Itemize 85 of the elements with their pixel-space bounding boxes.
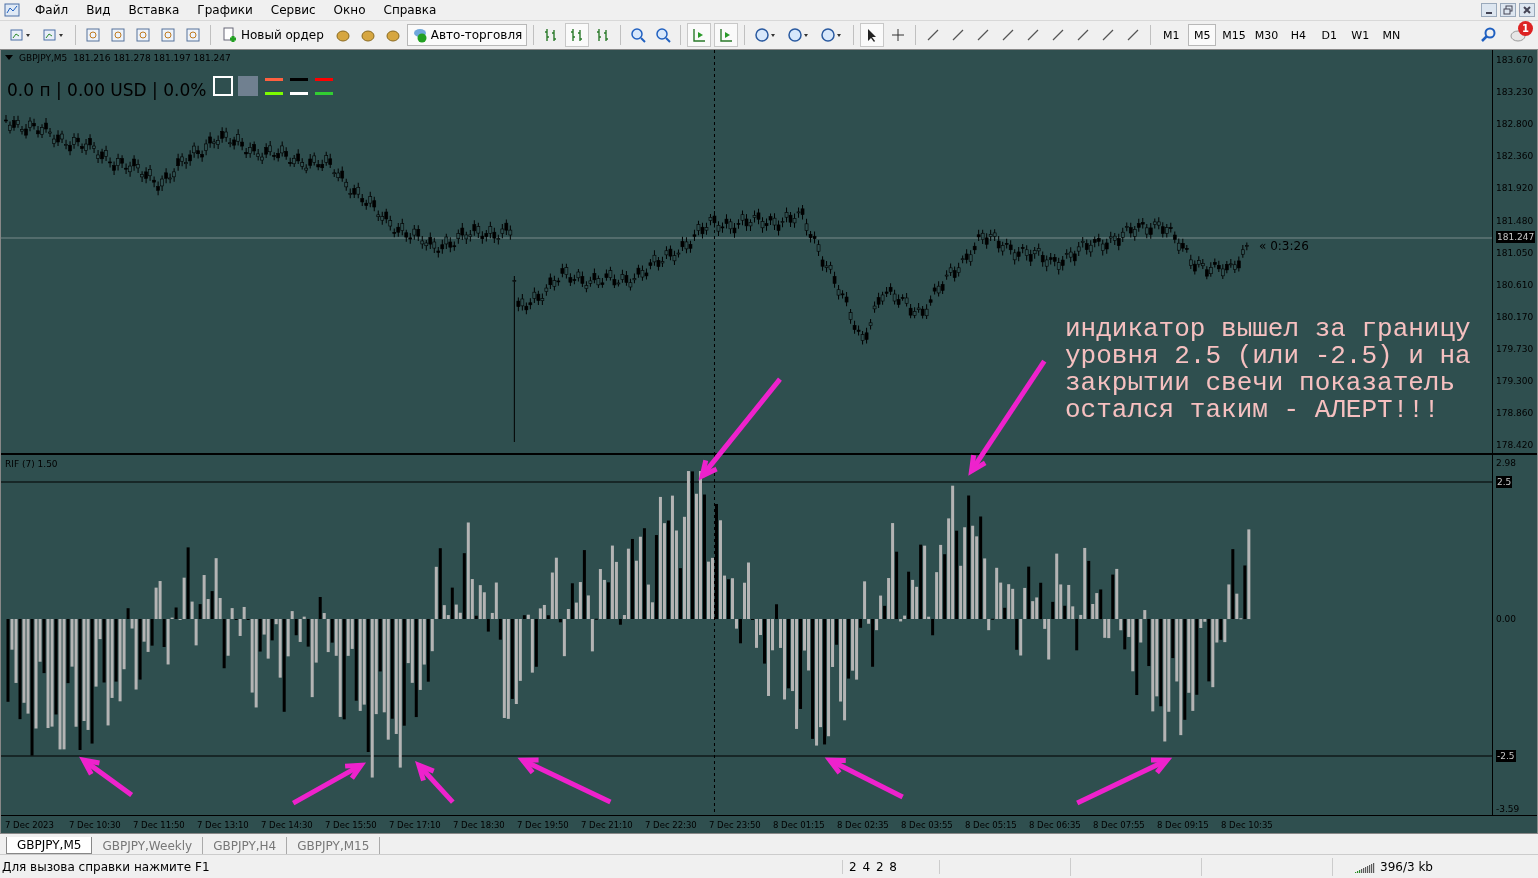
ohlc-values: 181.216 181.278 181.197 181.247 bbox=[73, 53, 231, 63]
time-label: 7 Dec 18:30 bbox=[453, 819, 506, 830]
autoscroll-icon[interactable] bbox=[714, 23, 739, 47]
timeframe-button[interactable]: M1 bbox=[1157, 24, 1186, 46]
price-label: 182.360 bbox=[1496, 150, 1534, 163]
time-label: 8 Dec 09:15 bbox=[1157, 819, 1210, 830]
price-label: 178.420 bbox=[1496, 439, 1534, 452]
current-price-label: 181.247 bbox=[1496, 231, 1536, 243]
menu-item[interactable]: Файл bbox=[26, 3, 78, 17]
price-label: 180.610 bbox=[1496, 278, 1534, 291]
arrow bbox=[415, 760, 455, 804]
price-label: 179.300 bbox=[1496, 375, 1534, 387]
cursor-icon[interactable] bbox=[860, 23, 885, 47]
time-label: 7 Dec 23:50 bbox=[709, 819, 762, 830]
time-label: 8 Dec 07:55 bbox=[1093, 819, 1146, 830]
price-label: 183.670 bbox=[1496, 54, 1534, 66]
time-label: 7 Dec 2023 bbox=[5, 819, 55, 830]
status-bars-count: 2 4 2 8 bbox=[843, 859, 940, 874]
time-label: 8 Dec 03:55 bbox=[901, 819, 954, 830]
time-label: 7 Dec 14:30 bbox=[261, 819, 314, 830]
menu-item[interactable]: Справка bbox=[374, 3, 446, 17]
minimize-icon[interactable] bbox=[1481, 3, 1497, 17]
dropdown-caret-icon[interactable] bbox=[5, 55, 13, 61]
indicator-scale-label: -3.59 bbox=[1496, 803, 1520, 815]
price-label: 181.480 bbox=[1496, 214, 1534, 227]
time-label: 7 Dec 22:30 bbox=[645, 819, 698, 830]
time-label: 8 Dec 06:35 bbox=[1029, 819, 1082, 830]
timeframe-button[interactable]: MN bbox=[1377, 24, 1406, 46]
close-icon[interactable] bbox=[1519, 3, 1535, 17]
menu-item[interactable]: Вставка bbox=[119, 3, 189, 17]
robot-icon bbox=[411, 27, 428, 43]
time-label: 8 Dec 01:15 bbox=[773, 819, 826, 830]
price-label: 180.170 bbox=[1496, 310, 1534, 323]
new-order-button[interactable]: Новый ордер bbox=[217, 24, 329, 46]
bar-countdown: « 0:3:26 bbox=[1259, 239, 1309, 253]
indicator-scale-label: 2.98 bbox=[1496, 457, 1517, 469]
time-label: 7 Dec 13:10 bbox=[197, 819, 250, 830]
time-label: 7 Dec 10:30 bbox=[69, 819, 122, 830]
chart-tab[interactable]: GBPJPY,M15 bbox=[287, 837, 381, 854]
time-label: 8 Dec 05:15 bbox=[965, 819, 1018, 830]
auto-trading-button[interactable]: Авто-торговля bbox=[406, 24, 528, 46]
candlestick-icon[interactable] bbox=[565, 23, 590, 47]
indicator-scale-label: -2.5 bbox=[1496, 750, 1516, 762]
indicator-label: RIF (7) 1.50 bbox=[5, 459, 58, 469]
traffic-counter: 396/3 kb bbox=[1380, 859, 1433, 874]
price-label: 178.860 bbox=[1496, 407, 1534, 420]
time-label: 8 Dec 10:35 bbox=[1221, 819, 1274, 830]
price-label: 181.050 bbox=[1496, 246, 1534, 259]
price-label: 183.230 bbox=[1496, 86, 1534, 99]
search-icon[interactable] bbox=[1481, 27, 1497, 43]
chart-tab[interactable]: GBPJPY,M5 bbox=[6, 837, 93, 854]
chart-shift-icon[interactable] bbox=[687, 23, 712, 47]
menu-item[interactable]: Окно bbox=[324, 3, 375, 17]
time-label: 7 Dec 19:50 bbox=[517, 819, 570, 830]
timeframe-button[interactable]: M15 bbox=[1219, 24, 1249, 46]
restore-icon[interactable] bbox=[1500, 3, 1516, 17]
chart-tab[interactable]: GBPJPY,Weekly bbox=[92, 837, 204, 854]
document-plus-icon bbox=[222, 27, 238, 43]
arrow bbox=[79, 756, 134, 798]
timeframe-button[interactable]: D1 bbox=[1315, 24, 1344, 46]
timeframe-button[interactable]: M30 bbox=[1251, 24, 1282, 46]
app-icon bbox=[4, 2, 20, 18]
time-label: 7 Dec 21:10 bbox=[581, 819, 634, 830]
time-label: 7 Dec 11:50 bbox=[133, 819, 186, 830]
price-label: 179.730 bbox=[1496, 342, 1534, 355]
chart-tab[interactable]: GBPJPY,H4 bbox=[203, 837, 288, 854]
time-label: 8 Dec 02:35 bbox=[837, 819, 890, 830]
timeframe-button[interactable]: W1 bbox=[1346, 24, 1375, 46]
timeframe-button[interactable]: M5 bbox=[1188, 24, 1217, 46]
price-label: 182.800 bbox=[1496, 118, 1534, 131]
notification-badge: 1 bbox=[1518, 21, 1533, 36]
time-label: 7 Dec 17:10 bbox=[389, 819, 442, 830]
menu-item[interactable]: Вид bbox=[77, 3, 120, 17]
timeframe-button[interactable]: H4 bbox=[1284, 24, 1313, 46]
symbol-label: GBPJPY,M5 bbox=[19, 53, 68, 63]
annotation-text: индикатор вышел за границу уровня 2.5 (или -2.5) и на закрытии свечи показатель остался таким - АЛЕРТ!!! bbox=[1065, 316, 1471, 424]
indicator-scale-label: 2.5 bbox=[1496, 476, 1513, 488]
menu-item[interactable]: Графики bbox=[188, 3, 262, 17]
price-label: 181.920 bbox=[1496, 182, 1534, 195]
status-help-text: Для вызова справки нажмите F1 bbox=[0, 859, 843, 874]
indicator-scale-label: 0.00 bbox=[1496, 613, 1517, 625]
menu-item[interactable]: Сервис bbox=[261, 3, 325, 17]
time-label: 7 Dec 15:50 bbox=[325, 819, 378, 830]
account-summary: 0.0 п | 0.00 USD | 0.0% bbox=[7, 80, 207, 100]
connection-bars-icon bbox=[1353, 860, 1377, 873]
